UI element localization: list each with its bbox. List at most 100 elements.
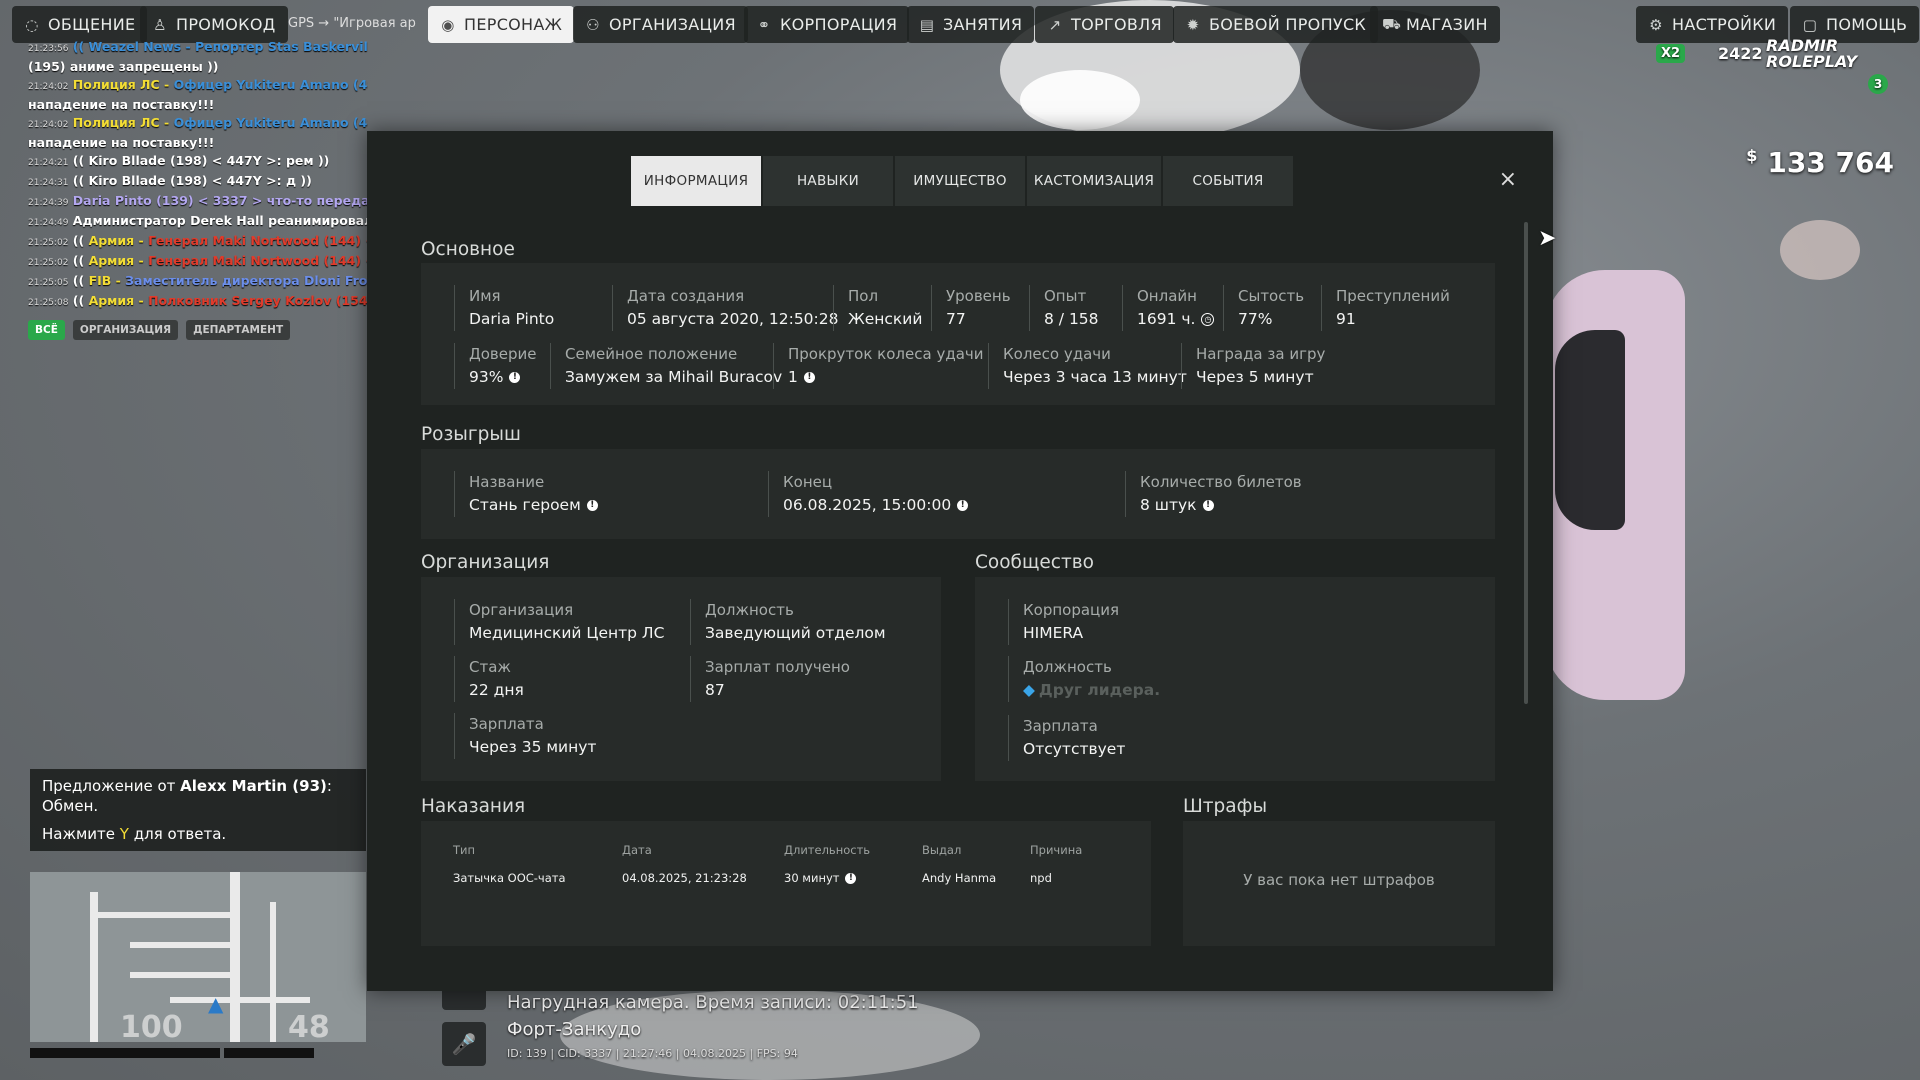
chat-text: (( Weazel News - Репортер Stas Baskervil… bbox=[72, 39, 368, 54]
chat-line: (195) аниме запрещены )) bbox=[28, 58, 368, 76]
nav-shop[interactable]: ⛟ МАГАЗИН bbox=[1370, 6, 1500, 43]
chat-line: 21:25:02 (( Армия - Генерал Maki Nortwoo… bbox=[28, 232, 368, 252]
info-icon[interactable]: ! bbox=[1202, 500, 1214, 511]
chat-text: Офицер Yukiteru Amano (48) < 3KMK >: bbox=[173, 115, 368, 130]
community-panel: Корпорация HIMERA Должность ◆ Друг лидера. … bbox=[975, 577, 1495, 781]
field-gender: Пол Женский bbox=[833, 285, 922, 331]
chat-text: FIB - bbox=[88, 273, 126, 288]
field-online: Онлайн 1691 ч. ◷ bbox=[1122, 285, 1215, 331]
organization-panel: Организация Медицинский Центр ЛС Должност… bbox=[421, 577, 941, 781]
col-type: Тип bbox=[453, 843, 476, 857]
chat-timestamp: 21:23:56 bbox=[28, 44, 69, 54]
col-duration: Длительность bbox=[784, 843, 871, 857]
server-logo: RADMIR ROLEPLAY bbox=[1766, 38, 1857, 70]
bodycam-status: Нагрудная камера. Время записи: 02:11:51 bbox=[507, 992, 919, 1013]
chat-text: Полковник Sergey Kozlov (154) < bbox=[148, 293, 368, 308]
section-title-community: Сообщество bbox=[975, 552, 1094, 573]
clock-icon[interactable]: ◷ bbox=[1201, 313, 1215, 326]
chat-icon: ◌ bbox=[25, 15, 39, 34]
chat-text: Армия - bbox=[88, 233, 149, 248]
chat-text: Офицер Yukiteru Amano (48) < 3KMK >: bbox=[173, 77, 368, 92]
info-icon[interactable]: ! bbox=[803, 372, 815, 383]
lottery-panel: Название Стань героем! Конец 06.08.2025, 1… bbox=[421, 449, 1495, 539]
help-icon: ▢ bbox=[1802, 15, 1818, 34]
section-title-punishments: Наказания bbox=[421, 796, 526, 817]
minimap-left-number: 100 bbox=[120, 1010, 183, 1042]
field-org-position: Должность Заведующий отделом bbox=[690, 599, 886, 645]
offer-line: Предложение от Alexx Martin (93): bbox=[42, 777, 332, 795]
close-icon[interactable]: × bbox=[1499, 167, 1517, 192]
nav-activities[interactable]: ▤ ЗАНЯТИЯ bbox=[907, 6, 1035, 43]
chat-text: нападение на поставку!!! bbox=[28, 97, 215, 112]
fines-panel: У вас пока нет штрафов bbox=[1183, 821, 1495, 946]
chat-tabs: ВСЁ ОРГАНИЗАЦИЯ ДЕПАРТАМЕНТ bbox=[28, 320, 291, 340]
money-amount: 133 764 bbox=[1767, 146, 1894, 179]
field-org-tenure: Стаж 22 дня bbox=[454, 656, 524, 702]
chat-tab-department[interactable]: ДЕПАРТАМЕНТ bbox=[186, 320, 291, 340]
chat-text: Генерал Maki Nortwood (144) < bbox=[148, 233, 368, 248]
chat-timestamp: 21:25:02 bbox=[28, 258, 69, 268]
field-lottery-name: Название Стань героем! bbox=[454, 471, 598, 517]
chat-timestamp: 21:25:08 bbox=[28, 298, 69, 308]
cell-issuer: Andy Hanma bbox=[922, 871, 997, 885]
chat-line: 21:25:05 (( FIB - Заместитель директора … bbox=[28, 272, 368, 292]
nav-corporation[interactable]: ⚭ КОРПОРАЦИЯ bbox=[744, 6, 910, 43]
money-display: $133 764 bbox=[1746, 146, 1894, 179]
gear-icon: ⚙ bbox=[1649, 15, 1663, 34]
tab-property[interactable]: ИМУЩЕСТВО bbox=[895, 156, 1025, 206]
cell-date: 04.08.2025, 21:23:28 bbox=[622, 871, 747, 885]
tab-information[interactable]: ИНФОРМАЦИЯ bbox=[631, 156, 761, 206]
tab-customization[interactable]: КАСТОМИЗАЦИЯ bbox=[1027, 156, 1161, 206]
chat-line: 21:24:39 Daria Pinto (139) < 3337 > что-… bbox=[28, 192, 368, 212]
info-icon[interactable]: ! bbox=[845, 873, 857, 884]
chat-text: Заместитель директора Dloni Fro bbox=[125, 273, 368, 288]
nav-character[interactable]: ◉ ПЕРСОНАЖ bbox=[428, 6, 575, 43]
chat-text: (( Kiro Bllade (198) < 447Y >: рем )) bbox=[72, 153, 330, 168]
tab-events[interactable]: СОБЫТИЯ bbox=[1163, 156, 1293, 206]
chat-line: нападение на поставку!!! bbox=[28, 96, 368, 114]
tab-skills[interactable]: НАВЫКИ bbox=[763, 156, 893, 206]
nav-trading[interactable]: ↗ ТОРГОВЛЯ bbox=[1035, 6, 1174, 43]
chat-timestamp: 21:24:49 bbox=[28, 218, 69, 228]
player-count: 2422 bbox=[1718, 44, 1763, 63]
microphone-icon[interactable]: 🎤 bbox=[442, 1022, 486, 1066]
field-trust: Доверие 93%! bbox=[454, 343, 536, 389]
chat-tab-organization[interactable]: ОРГАНИЗАЦИЯ bbox=[72, 320, 179, 340]
field-community-salary: Зарплата Отсутствует bbox=[1008, 715, 1125, 761]
chat-text: (( bbox=[72, 293, 89, 308]
chat-line: 21:24:49 Администратор Derek Hall реаним… bbox=[28, 212, 368, 232]
diamond-icon: ◆ bbox=[1023, 681, 1035, 699]
chat-line: 21:24:02 Полиция ЛС - Офицер Yukiteru Am… bbox=[28, 114, 368, 134]
info-icon[interactable]: ! bbox=[586, 500, 598, 511]
chat-tab-all[interactable]: ВСЁ bbox=[28, 320, 65, 340]
basic-info-panel: Имя Daria Pinto Дата создания 05 августа 2… bbox=[421, 263, 1495, 405]
chat-text: (( bbox=[72, 273, 89, 288]
trade-offer-notification: Предложение от Alexx Martin (93): Обмен.… bbox=[30, 769, 366, 851]
field-wheel: Колесо удачи Через 3 часа 13 минут bbox=[988, 343, 1187, 389]
character-modal: ИНФОРМАЦИЯ НАВЫКИ ИМУЩЕСТВО КАСТОМИЗАЦИЯ… bbox=[367, 131, 1553, 991]
chat-text: Daria Pinto (139) < 3337 > что-то переда… bbox=[72, 193, 368, 208]
chat-text: нападение на поставку!!! bbox=[28, 135, 215, 150]
chat-line: нападение на поставку!!! bbox=[28, 134, 368, 152]
chart-icon: ↗ bbox=[1048, 15, 1062, 34]
chat-timestamp: 21:25:05 bbox=[28, 278, 69, 288]
nav-organization[interactable]: ⚇ ОРГАНИЗАЦИЯ bbox=[573, 6, 748, 43]
field-corporation: Корпорация HIMERA bbox=[1008, 599, 1119, 645]
chat-text: Администратор Derek Hall реанимировал bbox=[72, 213, 368, 228]
field-lottery-end: Конец 06.08.2025, 15:00:00! bbox=[768, 471, 969, 517]
chat-text: (( bbox=[72, 233, 89, 248]
armor-bar bbox=[224, 1048, 314, 1058]
person-icon: ♙ bbox=[153, 15, 167, 34]
field-community-position: Должность ◆ Друг лидера. bbox=[1008, 656, 1160, 702]
chat-text: Армия - bbox=[88, 253, 149, 268]
chat-text: Армия - bbox=[88, 293, 149, 308]
chat-text: Полиция ЛС - bbox=[72, 77, 174, 92]
info-icon[interactable]: ! bbox=[509, 372, 521, 383]
user-circle-icon: ◉ bbox=[441, 15, 455, 34]
field-level: Уровень 77 bbox=[931, 285, 1011, 331]
modal-scrollbar[interactable] bbox=[1524, 222, 1528, 704]
nav-battle-pass[interactable]: ✹ БОЕВОЙ ПРОПУСК bbox=[1173, 6, 1379, 43]
chat-line: 21:25:02 (( Армия - Генерал Maki Nortwoo… bbox=[28, 252, 368, 272]
section-title-fines: Штрафы bbox=[1183, 796, 1268, 817]
info-icon[interactable]: ! bbox=[957, 500, 969, 511]
